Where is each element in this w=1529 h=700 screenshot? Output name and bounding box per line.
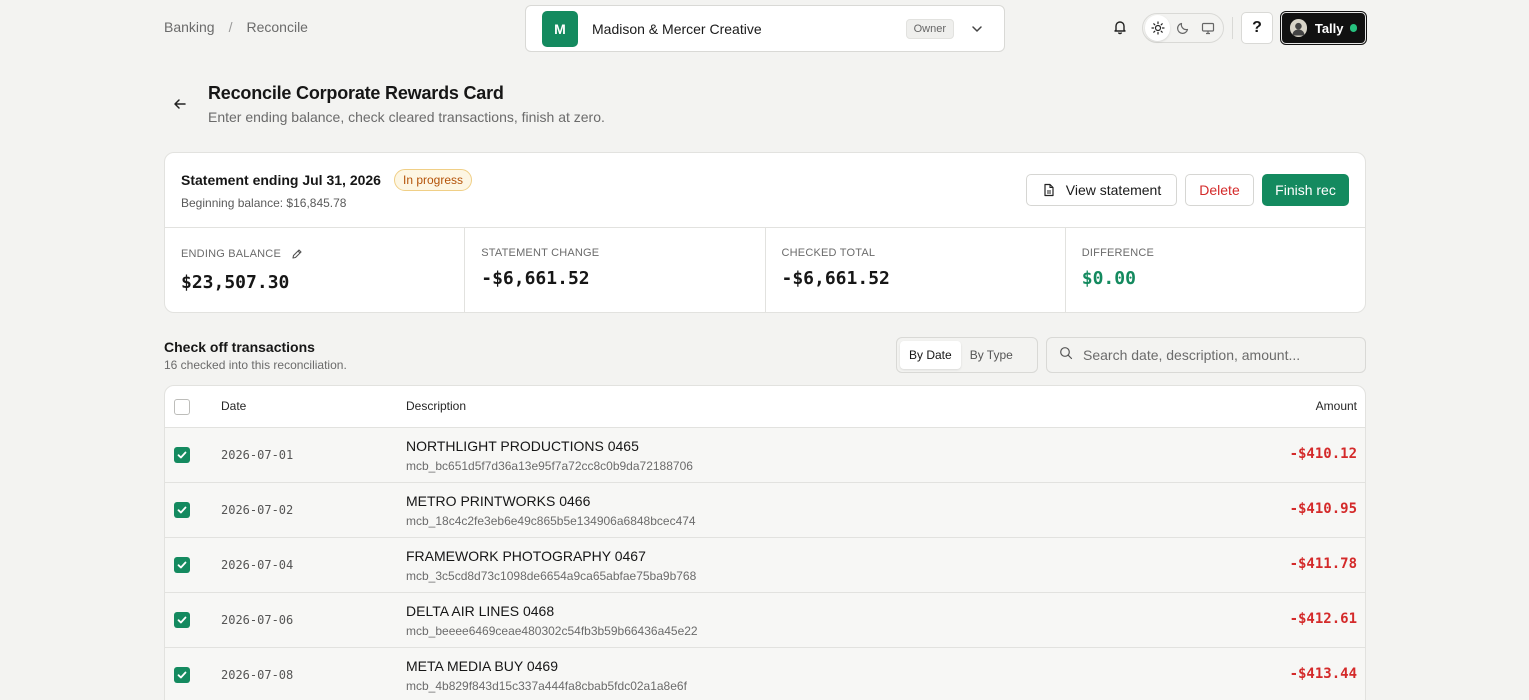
statement-header: Statement ending Jul 31, 2026 In progres… [165,153,1365,228]
pencil-icon[interactable] [291,248,303,260]
row-date: 2026-07-06 [221,613,294,627]
moon-icon[interactable] [1170,15,1195,41]
transactions-table: Date Description Amount 2026-07-01 NORTH… [164,385,1366,700]
metric-value: $0.00 [1081,268,1136,289]
org-switcher[interactable]: M Madison & Mercer Creative Owner [525,5,1005,52]
metric-value: -$6,661.52 [781,268,890,289]
table-row[interactable]: 2026-07-06 DELTA AIR LINES 0468 mcb_beee… [165,593,1365,648]
row-amount: -$411.78 [1289,556,1357,572]
statement-card: Statement ending Jul 31, 2026 In progres… [164,152,1366,313]
metric-value: $23,507.30 [181,272,290,293]
row-amount: -$413.44 [1289,666,1357,682]
breadcrumb-separator: / [228,19,233,35]
theme-toggle [1142,13,1224,43]
row-date: 2026-07-02 [221,503,294,517]
row-description: NORTHLIGHT PRODUCTIONS 0465 [406,438,639,454]
status-badge: In progress [394,169,473,191]
check-icon [177,451,187,459]
row-transaction-id: mcb_3c5cd8d73c1098de6654a9ca65abfae75ba9… [406,569,697,583]
row-checkbox[interactable] [174,447,190,463]
row-date: 2026-07-04 [221,558,294,572]
sun-icon[interactable] [1145,15,1171,41]
delete-button[interactable]: Delete [1185,174,1254,206]
row-date: 2026-07-01 [221,448,294,462]
metric-label: DIFFERENCE [1081,247,1155,259]
tab-by-type[interactable]: By Type [961,341,1022,369]
table-row[interactable]: 2026-07-04 FRAMEWORK PHOTOGRAPHY 0467 mc… [165,538,1365,593]
search-input[interactable] [1083,347,1343,363]
monitor-icon[interactable] [1196,15,1221,41]
search-box [1046,337,1366,373]
search-icon [1059,346,1073,365]
row-description: META MEDIA BUY 0469 [406,658,558,674]
row-checkbox[interactable] [174,502,190,518]
user-menu-button[interactable]: Tally [1280,11,1367,45]
transactions-title: Check off transactions [164,339,315,355]
row-description: METRO PRINTWORKS 0466 [406,493,591,509]
check-icon [177,506,187,514]
row-amount: -$410.95 [1289,501,1357,517]
select-all-checkbox[interactable] [174,399,190,415]
check-icon [177,616,187,624]
org-avatar: M [542,10,578,47]
document-icon [1042,183,1056,197]
user-avatar [1290,19,1307,37]
row-transaction-id: mcb_18c4c2fe3eb6e49c865b5e134906a6848bce… [406,514,696,528]
metric-checked-total: CHECKED TOTAL -$6,661.52 [766,228,1066,312]
help-button[interactable]: ? [1241,12,1273,44]
column-amount[interactable]: Amount [1316,399,1357,413]
metric-difference: DIFFERENCE $0.00 [1066,228,1365,312]
row-description: DELTA AIR LINES 0468 [406,603,555,619]
bell-icon[interactable] [1107,14,1133,40]
row-date: 2026-07-08 [221,668,294,682]
column-date[interactable]: Date [221,399,246,413]
column-description[interactable]: Description [406,399,466,413]
org-role-badge: Owner [905,18,954,39]
page-subtitle: Enter ending balance, check cleared tran… [208,109,605,125]
table-row[interactable]: 2026-07-02 METRO PRINTWORKS 0466 mcb_18c… [165,483,1365,538]
row-description: FRAMEWORK PHOTOGRAPHY 0467 [406,548,646,564]
beginning-balance: Beginning balance: $16,845.78 [181,196,347,210]
row-checkbox[interactable] [174,612,190,628]
metric-statement-change: STATEMENT CHANGE -$6,661.52 [465,228,766,312]
view-toggle: By Date By Type [896,337,1038,373]
row-amount: -$410.12 [1289,446,1357,462]
view-statement-label: View statement [1065,182,1162,198]
online-status-dot [1349,24,1357,32]
table-header: Date Description Amount [165,386,1365,428]
check-icon [177,671,187,679]
breadcrumb-banking[interactable]: Banking [164,19,215,35]
view-statement-button[interactable]: View statement [1026,174,1177,206]
breadcrumb: Banking / Reconcile [164,19,308,35]
transactions-subtitle: 16 checked into this reconciliation. [164,358,347,372]
row-transaction-id: mcb_bc651d5f7d36a13e95f7a72cc8c0b9da7218… [406,459,693,473]
back-arrow-icon[interactable] [170,94,190,114]
divider [1232,17,1233,39]
user-name: Tally [1314,20,1344,36]
table-row[interactable]: 2026-07-08 META MEDIA BUY 0469 mcb_4b829… [165,648,1365,700]
tab-by-date[interactable]: By Date [900,341,961,369]
table-row[interactable]: 2026-07-01 NORTHLIGHT PRODUCTIONS 0465 m… [165,428,1365,483]
row-transaction-id: mcb_beeee6469ceae480302c54fb3b59b66436a4… [406,624,698,638]
breadcrumb-reconcile: Reconcile [246,19,308,35]
row-transaction-id: mcb_4b829f843d15c337a444fa8cbab5fdc02a1a… [406,679,687,693]
question-icon: ? [1252,19,1262,36]
chevron-down-icon[interactable] [962,14,992,44]
metric-label: ENDING BALANCE [181,248,281,260]
row-checkbox[interactable] [174,557,190,573]
row-checkbox[interactable] [174,667,190,683]
metrics-row: ENDING BALANCE $23,507.30 STATEMENT CHAN… [165,228,1365,312]
metric-value: -$6,661.52 [481,268,590,289]
check-icon [177,561,187,569]
metric-ending-balance: ENDING BALANCE $23,507.30 [165,228,466,312]
page-title: Reconcile Corporate Rewards Card [208,83,504,103]
metric-label: STATEMENT CHANGE [481,247,600,259]
table-body: 2026-07-01 NORTHLIGHT PRODUCTIONS 0465 m… [165,428,1365,700]
statement-title: Statement ending Jul 31, 2026 [181,172,381,188]
row-amount: -$412.61 [1289,611,1357,627]
metric-label: CHECKED TOTAL [781,247,876,259]
org-name: Madison & Mercer Creative [592,20,762,37]
finish-rec-button[interactable]: Finish rec [1262,174,1349,206]
